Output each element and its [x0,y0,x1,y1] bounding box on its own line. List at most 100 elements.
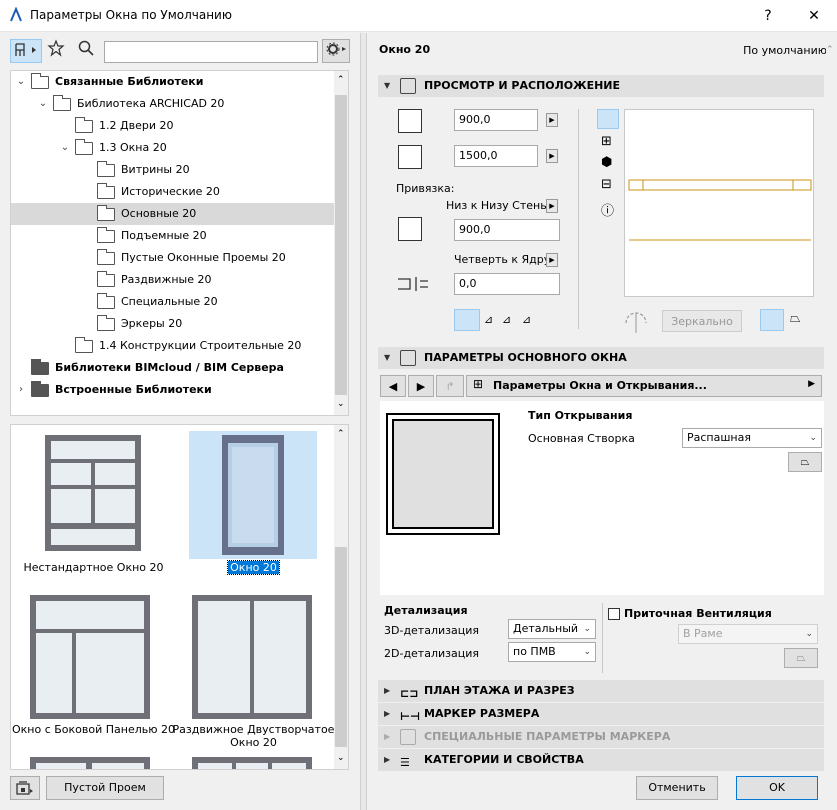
height-field[interactable]: 1500,0 [454,145,538,167]
width-field[interactable]: 900,0 [454,109,538,131]
folder-icon [97,271,115,287]
thumb-partial-2[interactable] [190,755,314,770]
thumb-side-panel-window[interactable] [25,591,155,721]
mirror-icon [625,312,647,333]
section-categories-header[interactable]: ▶ ☰ КАТЕГОРИИ И СВОЙСТВА [378,749,824,771]
tree-item[interactable]: Специальные 20 [11,291,335,313]
view-info-button[interactable]: ⓘ [601,200,614,219]
tree-item[interactable]: Библиотеки BIMcloud / BIM Сервера [11,357,335,379]
mirror-button[interactable]: Зеркально [662,310,742,332]
chevron-down-icon: ⌄ [805,629,813,639]
reveal-option-1[interactable] [454,309,480,331]
library-settings-button[interactable] [322,39,350,63]
help-button[interactable]: ? [745,0,791,32]
detail-3d-label: 3D-детализация [384,624,479,637]
vent-checkbox[interactable] [608,608,620,620]
reveal-option-4[interactable]: ⊿ [522,313,538,327]
thumb-window-20[interactable] [189,431,317,559]
opening-options-button[interactable]: ⏢ [788,452,822,472]
thumb-nonstandard-window[interactable] [31,431,161,561]
main-sash-select[interactable]: Распашная ⌄ [682,428,822,448]
prev-page-button[interactable]: ◀ [380,375,406,397]
settings-panel: Окно 20 По умолчанию ⌃ ▼ ПРОСМОТР И РАСП… [368,33,837,810]
reveal-menu-button[interactable]: ▶ [546,253,558,267]
right-scroll-track[interactable]: ⌃ [826,39,836,799]
vent-position-select[interactable]: В Раме ⌄ [678,624,818,644]
section-plan-header[interactable]: ▶ ⊏⊐ ПЛАН ЭТАЖА И РАЗРЕЗ [378,680,824,702]
anchor-menu-button[interactable]: ▶ [546,199,558,213]
panel-splitter[interactable] [360,33,367,810]
scroll-up-icon[interactable]: ⌃ [337,75,345,85]
side-option-2[interactable]: ⏢ [790,311,810,329]
tree-item[interactable]: › Встроенные Библиотеки [11,379,335,401]
scroll-up-icon[interactable]: ⌃ [337,429,345,439]
chevron-right-icon[interactable]: › [15,379,27,401]
tree-scrollbar[interactable]: ⌃ ⌄ [334,71,348,415]
page-selector-label: Параметры Окна и Открывания... [493,379,707,392]
scroll-down-icon[interactable]: ⌄ [337,753,345,763]
search-input[interactable] [104,41,318,63]
detail-3d-select[interactable]: Детальный ⌄ [508,619,596,639]
view-section-button[interactable]: ⊟ [601,177,612,192]
scroll-thumb[interactable] [335,547,347,747]
width-menu-button[interactable]: ▶ [546,113,558,127]
folder-icon [97,315,115,331]
tree-item[interactable]: 1.4 Конструкции Строительные 20 [11,335,335,357]
view-mode-button[interactable] [10,39,42,63]
chevron-down-icon[interactable]: ⌄ [37,93,49,115]
tree-item[interactable]: Основные 20 [11,203,335,225]
preview-scrollbar[interactable]: ⌃ ⌄ [334,425,348,769]
main-sash-label: Основная Створка [528,432,635,445]
search-button[interactable] [74,39,98,63]
vent-options-button[interactable]: ⏢ [784,648,818,668]
anchor-mode[interactable]: Низ к Низу Стены [446,199,549,212]
scroll-down-icon[interactable]: ⌄ [337,399,345,409]
tree-item[interactable]: Исторические 20 [11,181,335,203]
favorites-button[interactable] [44,39,68,63]
view-3d-button[interactable]: ⬢ [601,155,612,170]
nonstandard-window-image [45,435,141,551]
tree-item[interactable]: ⌄ Библиотека ARCHICAD 20 [11,93,335,115]
reveal-option-2[interactable]: ⊿ [484,313,500,327]
section-main-params-header[interactable]: ▼ ПАРАМЕТРЫ ОСНОВНОГО ОКНА [378,347,824,369]
cancel-button[interactable]: Отменить [636,776,718,800]
tree-item[interactable]: Раздвижные 20 [11,269,335,291]
chevron-down-icon[interactable]: ⌄ [59,137,71,159]
view-elevation-button[interactable]: ⊞ [601,134,612,149]
next-page-button[interactable]: ▶ [408,375,434,397]
close-button[interactable]: ✕ [791,0,837,32]
ok-button[interactable]: OK [736,776,818,800]
scroll-up-icon[interactable]: ⌃ [826,45,834,55]
tree-item[interactable]: Пустые Оконные Проемы 20 [11,247,335,269]
thumb-sliding-window[interactable] [187,591,317,721]
preview-section-icon [400,78,416,94]
default-label: По умолчанию [743,44,827,57]
page-selector[interactable]: ⊞ Параметры Окна и Открывания... ▶ [466,375,822,397]
thumb-partial-1[interactable] [28,755,152,770]
archicad-logo-icon [10,7,22,22]
height-menu-button[interactable]: ▶ [546,149,558,163]
sill-field[interactable]: 900,0 [454,219,560,241]
side-option-1[interactable] [760,309,784,331]
tree-item[interactable]: Витрины 20 [11,159,335,181]
tree-item-label: Связанные Библиотеки [55,75,204,88]
reveal-option-3[interactable]: ⊿ [502,313,518,327]
tree-item[interactable]: ⌄ 1.3 Окна 20 [11,137,335,159]
empty-opening-button[interactable]: Пустой Проем [46,776,164,800]
library-manager-button[interactable] [10,776,40,800]
section-special-header[interactable]: ▶ СПЕЦИАЛЬНЫЕ ПАРАМЕТРЫ МАРКЕРА [378,726,824,748]
tree-item[interactable]: Подъемные 20 [11,225,335,247]
scroll-thumb[interactable] [335,95,347,395]
reveal-field[interactable]: 0,0 [454,273,560,295]
tree-item[interactable]: 1.2 Двери 20 [11,115,335,137]
chevron-down-icon[interactable]: ⌄ [15,71,27,93]
section-dimension-header[interactable]: ▶ ⊢⊣ МАРКЕР РАЗМЕРА [378,703,824,725]
page-up-button[interactable]: ↱ [436,375,464,397]
tree-item[interactable]: Эркеры 20 [11,313,335,335]
section-preview-header[interactable]: ▼ ПРОСМОТР И РАСПОЛОЖЕНИЕ [378,75,824,97]
reveal-mode[interactable]: Четверть к Ядру [454,253,550,266]
detail-2d-select[interactable]: по ПМВ ⌄ [508,642,596,662]
tree-item[interactable]: ⌄ Связанные Библиотеки [11,71,335,93]
folder-icon [75,117,93,133]
view-plan-button[interactable] [597,109,619,129]
